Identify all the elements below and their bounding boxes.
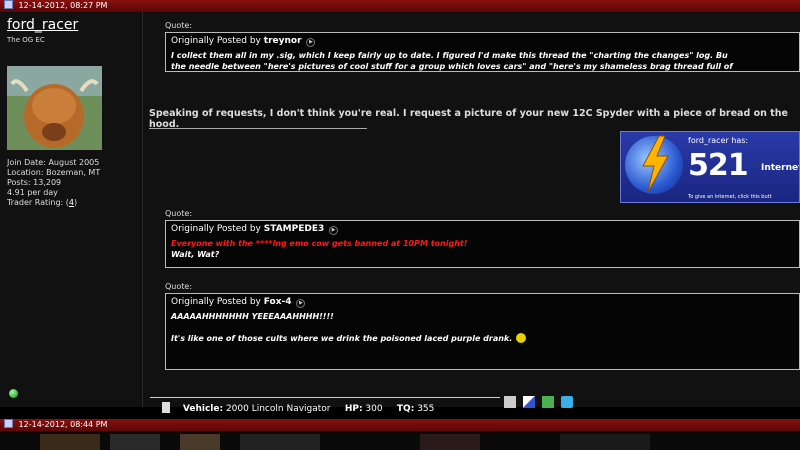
- facebook-icon[interactable]: [542, 396, 555, 408]
- quote-header: Originally Posted by treynor ▶: [171, 36, 794, 47]
- online-status-icon: [9, 389, 18, 398]
- quote-line: It's like one of those cults where we dr…: [171, 333, 794, 344]
- quote-line: Wait, Wat?: [171, 250, 220, 259]
- trader-rating: Trader Rating: (4): [7, 198, 78, 207]
- avatar[interactable]: [7, 66, 102, 150]
- next-post-preview: [0, 432, 800, 450]
- user-title: The OG EC: [7, 36, 45, 44]
- quote-author: Fox-4: [263, 297, 292, 307]
- quote-line: the needle between "here's pictures of c…: [171, 62, 733, 71]
- quote-line: [171, 322, 794, 333]
- badge-count: 521: [688, 148, 749, 183]
- badge-caption: To give an internet, click this butt: [688, 194, 772, 200]
- forum-post: ford_racer The OG EC Join Date: August 2…: [0, 12, 800, 423]
- twitter-icon[interactable]: [561, 396, 574, 408]
- lightning-icon: [642, 135, 669, 193]
- post-body-text: Speaking of requests, I don't think you'…: [149, 108, 788, 130]
- post-count: Posts: 13,209: [7, 178, 62, 187]
- delicious-icon[interactable]: [523, 396, 536, 408]
- next-post-date: 12-14-2012, 08:44 PM: [18, 420, 108, 429]
- hp-value: 300: [365, 404, 383, 414]
- view-post-icon[interactable]: ▶: [296, 299, 306, 308]
- quote-label: Quote:: [165, 282, 193, 291]
- vehicle-icon: [162, 402, 170, 413]
- location: Location: Bozeman, MT: [7, 168, 101, 177]
- quote-author: treynor: [263, 36, 302, 46]
- username-link[interactable]: ford_racer: [7, 17, 78, 33]
- quote-author: STAMPEDE3: [263, 224, 325, 234]
- user-sidebar: ford_racer The OG EC Join Date: August 2…: [0, 12, 143, 407]
- social-icons: [504, 396, 575, 415]
- view-post-icon[interactable]: ▶: [306, 38, 316, 47]
- quote-line: I collect them all in my .sig, which I k…: [171, 51, 728, 60]
- smiley-icon: [516, 333, 527, 343]
- internets-badge[interactable]: ford_racer has: 521 Internets To give an…: [620, 131, 800, 203]
- tq-value: 355: [417, 404, 435, 414]
- quote-line: Everyone with the ****ing emo cow gets b…: [171, 239, 468, 248]
- quote-line: AAAAAHHHHHHH YEEEAAAHHHH!!!!: [171, 312, 334, 321]
- badge-unit: Internets: [761, 163, 799, 173]
- badge-username: ford_racer has:: [688, 136, 749, 145]
- quote-header: Originally Posted by Fox-4 ▶: [171, 297, 794, 308]
- quote-label: Quote:: [165, 209, 193, 218]
- quote-box: Originally Posted by Fox-4 ▶ AAAAAHHHHHH…: [165, 293, 800, 370]
- user-meta: Join Date: August 2005 Location: Bozeman…: [7, 158, 100, 208]
- quote-box: Originally Posted by treynor ▶ I collect…: [165, 32, 800, 72]
- signature-divider: [149, 128, 367, 129]
- next-post-header-bar: 12-14-2012, 08:44 PM: [0, 419, 800, 432]
- join-date: Join Date: August 2005: [7, 158, 100, 167]
- view-post-icon[interactable]: ▶: [329, 226, 339, 235]
- quote-label: Quote:: [165, 21, 193, 30]
- vehicle-value: 2000 Lincoln Navigator: [225, 404, 331, 414]
- post-icon: [4, 419, 13, 428]
- post-date: 12-14-2012, 08:27 PM: [18, 1, 108, 10]
- quote-header: Originally Posted by STAMPEDE3 ▶: [171, 224, 794, 235]
- quote-box: Originally Posted by STAMPEDE3 ▶ Everyon…: [165, 220, 800, 268]
- posts-per-day: 4.91 per day: [7, 188, 58, 197]
- post-icon: [4, 0, 13, 9]
- share-icon[interactable]: [504, 396, 516, 408]
